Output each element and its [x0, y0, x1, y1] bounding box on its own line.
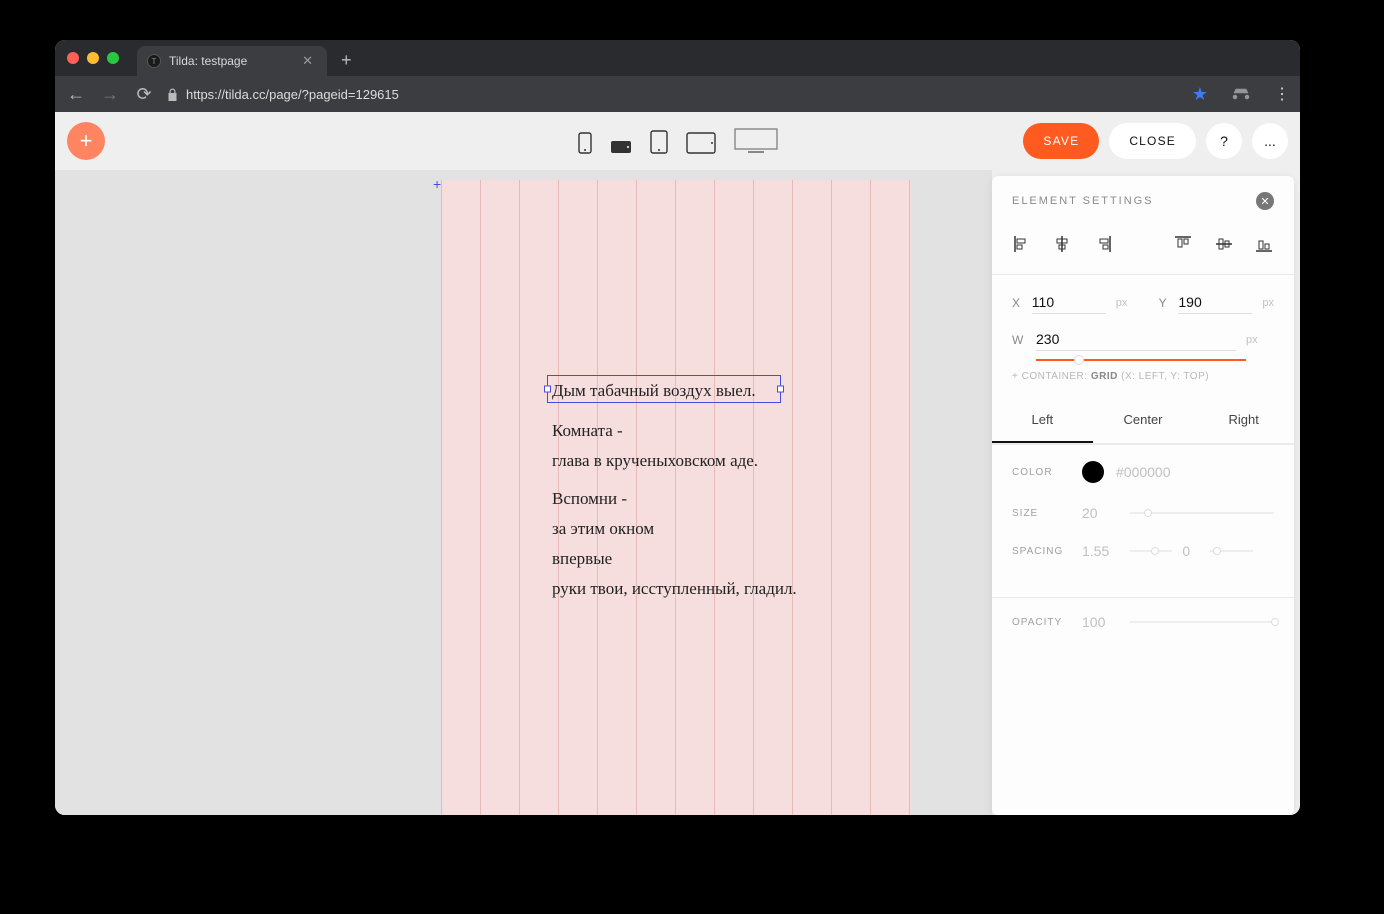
resize-handle-right[interactable]: [777, 386, 784, 393]
bookmark-star-icon[interactable]: ★: [1192, 84, 1208, 105]
color-swatch[interactable]: [1082, 461, 1104, 483]
align-right-icon[interactable]: [1093, 234, 1113, 254]
width-slider[interactable]: [1036, 359, 1246, 361]
x-input[interactable]: [1032, 291, 1106, 314]
text-line-7[interactable]: руки твои, исступленный, гладил.: [552, 576, 797, 602]
url-input[interactable]: https://tilda.cc/page/?pageid=129615: [167, 87, 1172, 102]
device-phone-portrait-icon[interactable]: [578, 132, 592, 154]
tab-bar: T Tilda: testpage ✕ +: [55, 40, 1300, 76]
opacity-label: OPACITY: [1012, 617, 1082, 628]
settings-panel: ELEMENT SETTINGS ✕ X px Y: [992, 176, 1294, 815]
align-top-icon[interactable]: [1173, 234, 1193, 254]
spacing-label: SPACING: [1012, 546, 1082, 557]
container-note[interactable]: + CONTAINER: GRID (X: LEFT, Y: TOP): [1012, 371, 1274, 382]
tab-title: Tilda: testpage: [169, 54, 247, 68]
align-vcenter-icon[interactable]: [1214, 234, 1234, 254]
color-label: COLOR: [1012, 467, 1082, 478]
size-slider[interactable]: [1130, 512, 1274, 514]
app-root: + SAVE CLOSE ? ... +: [55, 112, 1300, 815]
panel-header: ELEMENT SETTINGS ✕: [992, 176, 1294, 226]
url-text: https://tilda.cc/page/?pageid=129615: [186, 87, 399, 102]
browser-tab[interactable]: T Tilda: testpage ✕: [137, 46, 327, 76]
y-label: Y: [1159, 296, 1169, 310]
x-unit: px: [1116, 297, 1128, 309]
opacity-section: OPACITY 100: [992, 597, 1294, 650]
align-bottom-icon[interactable]: [1254, 234, 1274, 254]
text-line-4[interactable]: Вспомни -: [552, 486, 627, 512]
app-topbar: + SAVE CLOSE ? ...: [55, 112, 1300, 170]
alignment-row: [992, 226, 1294, 274]
text-line-6[interactable]: впервые: [552, 546, 612, 572]
panel-title: ELEMENT SETTINGS: [1012, 195, 1154, 207]
size-value[interactable]: 20: [1082, 505, 1122, 521]
size-label: SIZE: [1012, 508, 1082, 519]
lineheight-slider[interactable]: [1130, 550, 1172, 552]
text-line-1[interactable]: Дым табачный воздух выел.: [552, 378, 756, 404]
canvas[interactable]: + Дым табачный воздух выел. Комната - гл…: [55, 170, 992, 815]
text-line-2[interactable]: Комната -: [552, 418, 623, 444]
device-desktop-icon[interactable]: [734, 128, 778, 154]
tab-center[interactable]: Center: [1093, 398, 1194, 443]
tab-left[interactable]: Left: [992, 398, 1093, 443]
text-line-3[interactable]: глава в крученыховском аде.: [552, 448, 758, 474]
y-unit: px: [1262, 297, 1274, 309]
reload-icon[interactable]: ⟳: [133, 84, 155, 105]
text-section: COLOR #000000 SIZE 20 SPACING 1.55 0: [992, 444, 1294, 597]
back-icon[interactable]: ←: [65, 84, 87, 105]
device-tablet-portrait-icon[interactable]: [650, 130, 668, 154]
favicon-icon: T: [147, 54, 161, 68]
close-window-icon[interactable]: [67, 52, 79, 64]
maximize-window-icon[interactable]: [107, 52, 119, 64]
help-button[interactable]: ?: [1206, 123, 1242, 159]
position-section: X px Y px W px + CONTAINER:: [992, 274, 1294, 398]
lock-icon: [167, 88, 178, 101]
device-switcher: [578, 128, 778, 154]
topbar-actions: SAVE CLOSE ? ...: [1023, 123, 1288, 159]
opacity-slider[interactable]: [1130, 621, 1274, 623]
save-button[interactable]: SAVE: [1023, 123, 1099, 159]
y-input[interactable]: [1178, 291, 1252, 314]
device-tablet-landscape-icon[interactable]: [686, 132, 716, 154]
letterspacing-slider[interactable]: [1210, 550, 1252, 552]
forward-icon[interactable]: →: [99, 84, 121, 105]
artboard[interactable]: Дым табачный воздух выел. Комната - глав…: [441, 180, 911, 815]
panel-close-icon[interactable]: ✕: [1256, 192, 1274, 210]
origin-marker-icon: +: [433, 176, 441, 192]
resize-handle-left[interactable]: [544, 386, 551, 393]
spacing-letter[interactable]: 0: [1182, 543, 1202, 559]
w-input[interactable]: [1036, 328, 1236, 351]
x-label: X: [1012, 296, 1022, 310]
color-value[interactable]: #000000: [1116, 464, 1171, 480]
incognito-icon[interactable]: [1232, 87, 1250, 101]
tab-right[interactable]: Right: [1193, 398, 1294, 443]
w-label: W: [1012, 333, 1026, 347]
align-left-icon[interactable]: [1012, 234, 1032, 254]
browser-menu-icon[interactable]: ⋮: [1274, 84, 1290, 104]
add-block-button[interactable]: +: [67, 122, 105, 160]
device-phone-landscape-icon[interactable]: [610, 140, 632, 154]
opacity-value[interactable]: 100: [1082, 614, 1122, 630]
close-button[interactable]: CLOSE: [1109, 123, 1196, 159]
new-tab-icon[interactable]: +: [341, 50, 352, 71]
align-tabs: Left Center Right: [992, 398, 1294, 444]
window-controls: [67, 52, 119, 64]
browser-window: T Tilda: testpage ✕ + ← → ⟳ https://tild…: [55, 40, 1300, 815]
spacing-lineheight[interactable]: 1.55: [1082, 543, 1122, 559]
more-button[interactable]: ...: [1252, 123, 1288, 159]
text-line-5[interactable]: за этим окном: [552, 516, 654, 542]
minimize-window-icon[interactable]: [87, 52, 99, 64]
w-unit: px: [1246, 334, 1258, 346]
align-hcenter-icon[interactable]: [1052, 234, 1072, 254]
tab-close-icon[interactable]: ✕: [298, 53, 317, 69]
address-bar: ← → ⟳ https://tilda.cc/page/?pageid=1296…: [55, 76, 1300, 112]
